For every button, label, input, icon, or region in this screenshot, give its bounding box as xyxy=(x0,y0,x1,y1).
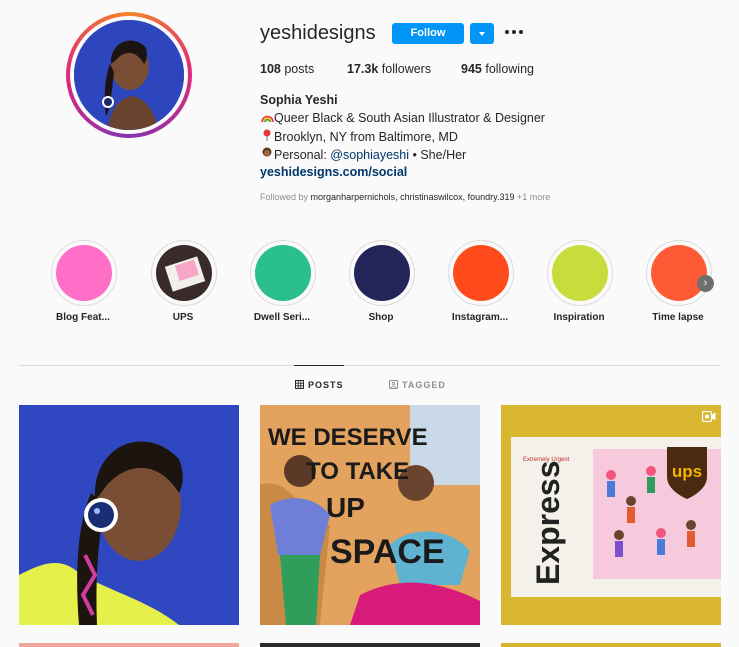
stat-count: 108 xyxy=(260,62,281,76)
bio-text: • She/Her xyxy=(412,148,467,162)
highlight-cover xyxy=(56,245,112,301)
highlight-label: Shop xyxy=(368,312,394,323)
post-image-ups-box: ups Extremely Urgent Express xyxy=(501,405,721,625)
bio-line: Queer Black & South Asian Illustrator & … xyxy=(260,111,545,125)
box-express-text: Express xyxy=(530,460,566,585)
post-title-line: WE DESERVE xyxy=(268,424,428,451)
stat-count: 945 xyxy=(461,62,482,76)
highlight-inspiration[interactable] xyxy=(547,240,613,306)
stat-count: 17.3k xyxy=(347,62,379,76)
post-title-line: TO TAKE xyxy=(306,458,409,485)
post-thumbnail[interactable]: WE DESERVE TO TAKE UP SPACE xyxy=(260,405,480,625)
followed-by-more: +1 more xyxy=(517,192,551,202)
bio-text: Brooklyn, NY from Baltimore, MD xyxy=(274,130,458,144)
post-thumbnail[interactable] xyxy=(19,405,239,625)
tab-posts[interactable]: POSTS xyxy=(295,380,344,390)
highlight-ups[interactable] xyxy=(151,240,217,306)
highlight-label: UPS xyxy=(172,312,194,323)
chevron-right-icon[interactable]: › xyxy=(697,275,714,292)
profile-username: yeshidesigns xyxy=(260,22,376,44)
highlight-blog-features[interactable] xyxy=(51,240,117,306)
post-thumbnail[interactable] xyxy=(501,643,721,647)
highlight-label: Time lapse xyxy=(652,312,704,323)
following-stat[interactable]: 945 following xyxy=(461,62,534,76)
followed-by-prefix: Followed by xyxy=(260,192,309,202)
stat-label: followers xyxy=(381,62,432,76)
profile-full-name: Sophia Yeshi xyxy=(260,93,338,107)
post-thumbnail[interactable] xyxy=(260,643,480,647)
more-options-icon[interactable] xyxy=(505,24,523,40)
highlight-label: Blog Feat... xyxy=(56,312,110,323)
highlight-label: Instagram... xyxy=(451,312,509,323)
divider xyxy=(19,365,721,366)
bio-text: Personal: xyxy=(274,148,327,162)
tab-tagged[interactable]: TAGGED xyxy=(389,380,446,390)
highlight-cover xyxy=(453,245,509,301)
chevron-down-icon xyxy=(479,32,485,36)
followers-stat[interactable]: 17.3k followers xyxy=(347,62,431,76)
tab-label: POSTS xyxy=(308,380,344,390)
posts-count-stat: 108 posts xyxy=(260,62,314,76)
avatar[interactable] xyxy=(74,20,184,130)
grid-icon xyxy=(295,380,304,389)
post-thumbnail[interactable] xyxy=(19,643,239,647)
person-icon xyxy=(260,147,274,162)
suggested-accounts-button[interactable] xyxy=(470,23,494,44)
reel-video-icon xyxy=(701,410,716,423)
rainbow-icon xyxy=(260,111,274,125)
followed-by-names: morganharpernichols, christinaswilcox, f… xyxy=(310,192,515,202)
follow-button[interactable]: Follow xyxy=(392,23,464,44)
bio-line: Personal: @sophiayeshi • She/Her xyxy=(260,147,466,162)
bio-line: Brooklyn, NY from Baltimore, MD xyxy=(260,129,458,144)
highlight-cover xyxy=(354,245,410,301)
highlight-cover xyxy=(255,245,311,301)
post-title-line: UP xyxy=(326,492,365,523)
avatar-portrait xyxy=(74,20,184,130)
ups-logo-text: ups xyxy=(672,462,702,481)
post-image-illustration: WE DESERVE TO TAKE UP SPACE xyxy=(260,405,480,625)
bio-text: Queer Black & South Asian Illustrator & … xyxy=(274,111,545,125)
post-image-portrait xyxy=(19,405,239,625)
stat-label: posts xyxy=(284,62,315,76)
followed-by[interactable]: Followed by morganharpernichols, christi… xyxy=(260,192,550,202)
highlight-label: Inspiration xyxy=(553,312,605,323)
website-link[interactable]: yeshidesigns.com/social xyxy=(260,165,407,179)
tagged-icon xyxy=(389,380,398,389)
post-title-line: SPACE xyxy=(330,533,445,571)
highlight-cover xyxy=(651,245,707,301)
highlight-label: Dwell Seri... xyxy=(253,312,311,323)
highlight-instagram[interactable] xyxy=(448,240,514,306)
post-thumbnail[interactable]: ups Extremely Urgent Express xyxy=(501,405,721,625)
highlight-time-lapse[interactable] xyxy=(646,240,712,306)
stat-label: following xyxy=(485,62,534,76)
highlight-cover xyxy=(156,245,212,301)
highlight-cover xyxy=(552,245,608,301)
highlight-shop[interactable] xyxy=(349,240,415,306)
mention-link[interactable]: @sophiayeshi xyxy=(330,148,409,162)
highlight-dwell-series[interactable] xyxy=(250,240,316,306)
active-tab-indicator xyxy=(294,365,344,366)
pin-icon xyxy=(260,129,274,144)
tab-label: TAGGED xyxy=(402,380,446,390)
